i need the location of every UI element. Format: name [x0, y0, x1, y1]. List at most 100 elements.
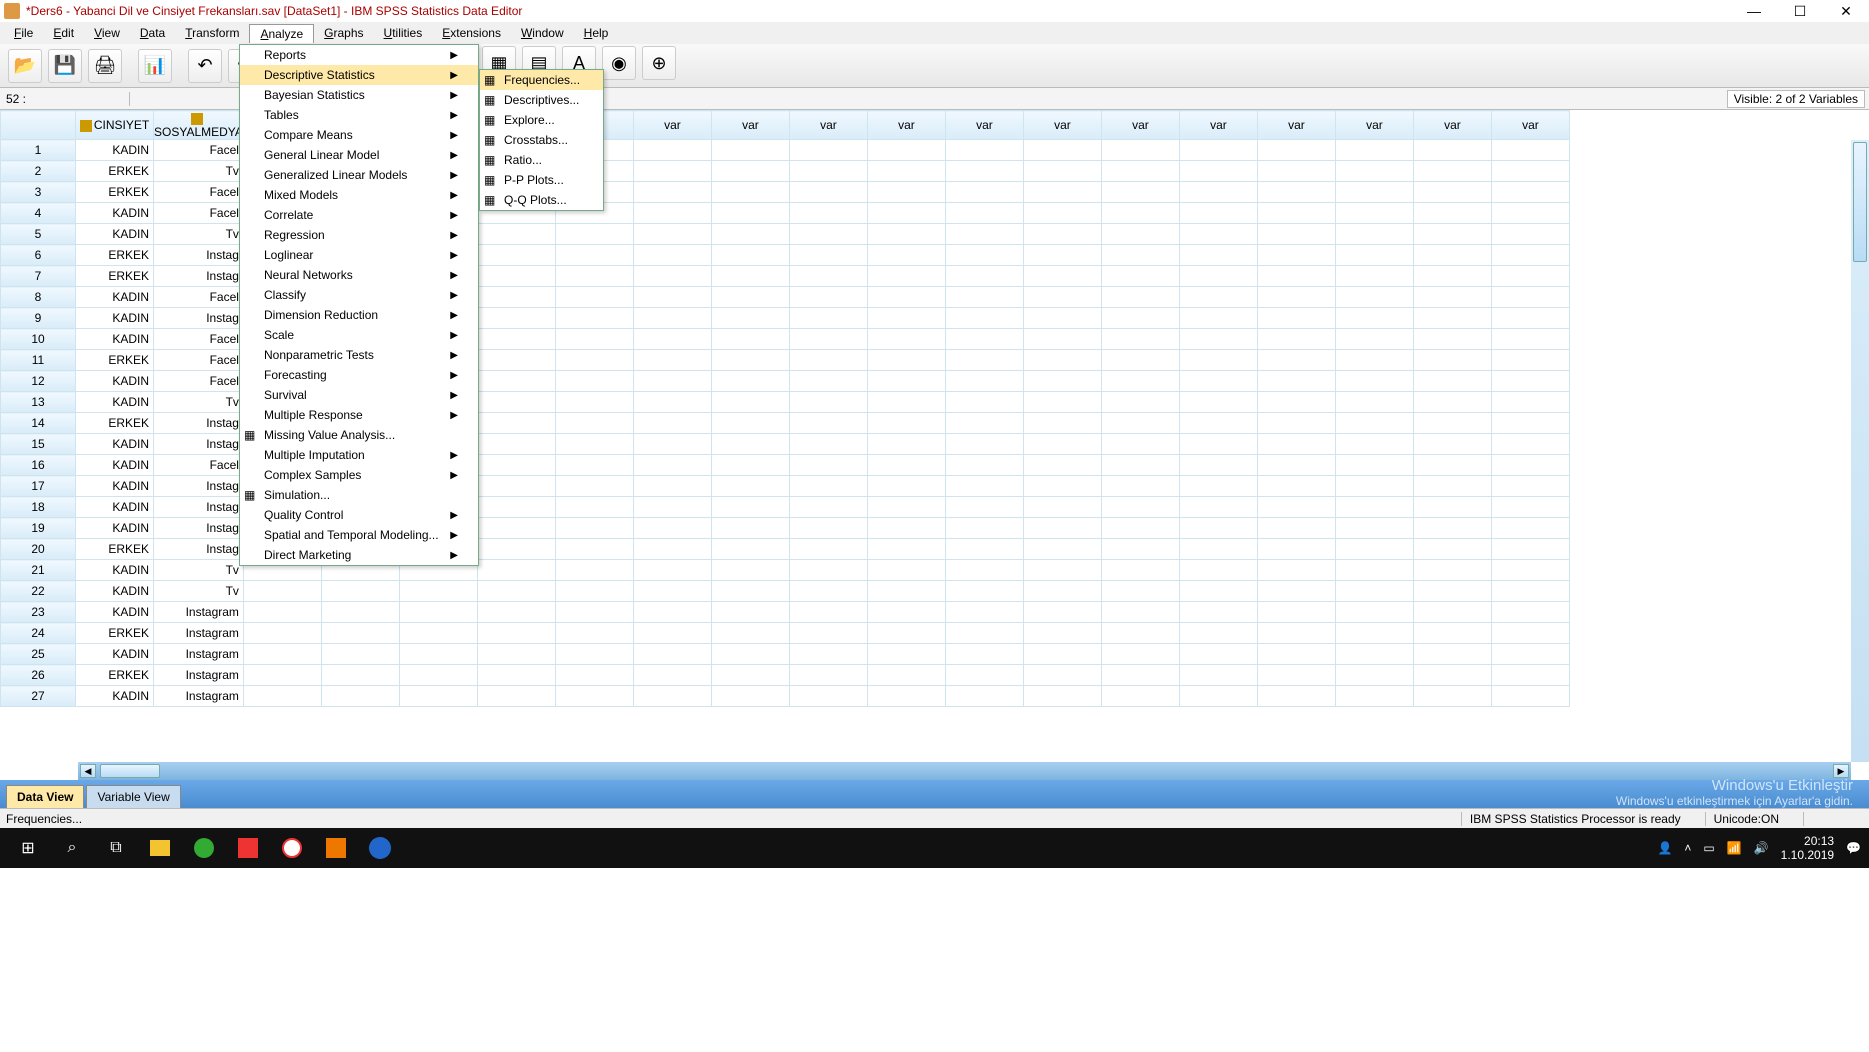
cell-empty[interactable] [789, 644, 867, 665]
row-number[interactable]: 1 [1, 140, 76, 161]
row-number[interactable]: 21 [1, 560, 76, 581]
cell-empty[interactable] [1101, 350, 1179, 371]
cell-empty[interactable] [789, 350, 867, 371]
cell-empty[interactable] [1023, 560, 1101, 581]
cell-cinsiyet[interactable]: ERKEK [76, 623, 154, 644]
cell-empty[interactable] [633, 686, 711, 707]
cell-empty[interactable] [1023, 350, 1101, 371]
menu-item-compare-means[interactable]: Compare Means▶ [240, 125, 478, 145]
cell-cinsiyet[interactable]: KADIN [76, 476, 154, 497]
cell-empty[interactable] [1101, 413, 1179, 434]
cell-empty[interactable] [789, 497, 867, 518]
cell-sosyalmedya[interactable]: Instagram [154, 602, 244, 623]
spss-icon[interactable] [358, 828, 402, 868]
cell-empty[interactable] [1413, 350, 1491, 371]
menu-graphs[interactable]: Graphs [314, 24, 373, 42]
cell-empty[interactable] [1413, 623, 1491, 644]
cell-empty[interactable] [477, 476, 555, 497]
cell-empty[interactable] [1023, 371, 1101, 392]
cell-empty[interactable] [1101, 518, 1179, 539]
cell-cinsiyet[interactable]: KADIN [76, 497, 154, 518]
column-header-cinsiyet[interactable]: CINSIYET [76, 111, 154, 140]
cell-empty[interactable] [633, 602, 711, 623]
cell-empty[interactable] [711, 560, 789, 581]
cell-cinsiyet[interactable]: ERKEK [76, 539, 154, 560]
cell-empty[interactable] [1179, 392, 1257, 413]
cell-empty[interactable] [399, 686, 477, 707]
row-number[interactable]: 18 [1, 497, 76, 518]
cell-sosyalmedya[interactable]: Tv [154, 161, 244, 182]
column-header-var[interactable]: var [1257, 111, 1335, 140]
cell-empty[interactable] [867, 308, 945, 329]
cell-empty[interactable] [633, 224, 711, 245]
cell-empty[interactable] [789, 581, 867, 602]
cell-empty[interactable] [1335, 413, 1413, 434]
cell-empty[interactable] [1101, 224, 1179, 245]
save-button[interactable]: 💾 [48, 49, 82, 83]
cell-empty[interactable] [555, 308, 633, 329]
cell-empty[interactable] [1413, 392, 1491, 413]
cell-empty[interactable] [1023, 266, 1101, 287]
cell-empty[interactable] [555, 623, 633, 644]
menu-item-loglinear[interactable]: Loglinear▶ [240, 245, 478, 265]
cell-empty[interactable] [1413, 539, 1491, 560]
cell-cinsiyet[interactable]: ERKEK [76, 665, 154, 686]
cell-cinsiyet[interactable]: KADIN [76, 581, 154, 602]
cell-empty[interactable] [711, 350, 789, 371]
cell-empty[interactable] [243, 686, 321, 707]
row-number[interactable]: 24 [1, 623, 76, 644]
cell-empty[interactable] [477, 686, 555, 707]
cell-empty[interactable] [867, 434, 945, 455]
cell-empty[interactable] [1179, 266, 1257, 287]
cell-empty[interactable] [1413, 161, 1491, 182]
cell-empty[interactable] [711, 371, 789, 392]
cell-empty[interactable] [1335, 665, 1413, 686]
cell-empty[interactable] [789, 539, 867, 560]
cell-cinsiyet[interactable]: KADIN [76, 287, 154, 308]
cell-empty[interactable] [399, 581, 477, 602]
cell-empty[interactable] [1335, 434, 1413, 455]
row-number[interactable]: 25 [1, 644, 76, 665]
row-number[interactable]: 16 [1, 455, 76, 476]
cell-sosyalmedya[interactable]: Instagram [154, 686, 244, 707]
cell-empty[interactable] [555, 665, 633, 686]
tab-data-view[interactable]: Data View [6, 785, 84, 808]
cell-empty[interactable] [555, 329, 633, 350]
cell-empty[interactable] [1179, 455, 1257, 476]
cell-empty[interactable] [867, 497, 945, 518]
menu-item-missing-value-analysis-[interactable]: ▦Missing Value Analysis... [240, 425, 478, 445]
cell-empty[interactable] [633, 266, 711, 287]
wifi-icon[interactable]: 📶 [1727, 841, 1742, 855]
menu-item-simulation-[interactable]: ▦Simulation... [240, 485, 478, 505]
cell-empty[interactable] [711, 539, 789, 560]
cell-empty[interactable] [1491, 455, 1569, 476]
cell-empty[interactable] [945, 224, 1023, 245]
cell-empty[interactable] [1257, 140, 1335, 161]
cell-empty[interactable] [1257, 497, 1335, 518]
recall-button[interactable]: 📊 [138, 49, 172, 83]
cell-empty[interactable] [1101, 392, 1179, 413]
cell-empty[interactable] [1101, 455, 1179, 476]
row-number[interactable]: 22 [1, 581, 76, 602]
cell-sosyalmedya[interactable]: Facel [154, 455, 244, 476]
cell-empty[interactable] [1101, 560, 1179, 581]
cell-empty[interactable] [945, 476, 1023, 497]
submenu-item-descriptives-[interactable]: ▦Descriptives... [480, 90, 603, 110]
cell-empty[interactable] [867, 476, 945, 497]
cell-empty[interactable] [1101, 665, 1179, 686]
cell-empty[interactable] [477, 392, 555, 413]
column-header-var[interactable]: var [633, 111, 711, 140]
cell-empty[interactable] [1335, 266, 1413, 287]
minimize-button[interactable]: — [1731, 0, 1777, 22]
cell-empty[interactable] [1257, 392, 1335, 413]
cell-empty[interactable] [633, 329, 711, 350]
row-number[interactable]: 10 [1, 329, 76, 350]
cell-cinsiyet[interactable]: KADIN [76, 686, 154, 707]
row-number[interactable]: 4 [1, 203, 76, 224]
cell-cinsiyet[interactable]: KADIN [76, 371, 154, 392]
cell-empty[interactable] [1179, 245, 1257, 266]
cell-empty[interactable] [1179, 602, 1257, 623]
cell-empty[interactable] [1257, 539, 1335, 560]
cell-sosyalmedya[interactable]: Instagram [154, 665, 244, 686]
cell-empty[interactable] [243, 644, 321, 665]
